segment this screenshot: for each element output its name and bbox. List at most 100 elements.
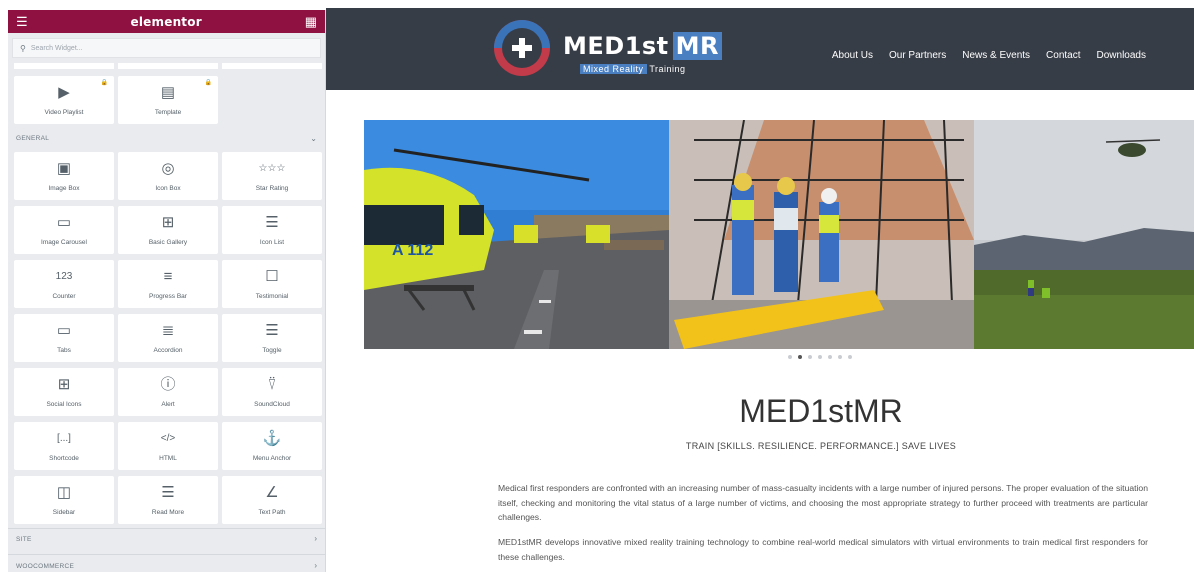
widget-tabs[interactable]: ▭ Tabs [14,314,114,362]
slider-dot[interactable] [808,355,812,359]
soundcloud-icon: ⍢ [267,376,277,393]
video-playlist-icon: ▶ [58,84,70,101]
site-logo-text[interactable]: MED1st MR [563,32,723,60]
slide-helicopter-road: A 112 [364,120,669,349]
star-rating-icon: ☆☆☆ [258,162,286,174]
toggle-icon: ☰ [265,322,279,339]
main-navigation: About Us Our Partners News & Events Cont… [832,50,1146,61]
widget-label: Alert [161,400,175,408]
widget-video-playlist[interactable]: 🔒 ▶ Video Playlist [14,76,114,124]
widget-accordion[interactable]: ≣ Accordion [118,314,218,362]
chevron-right-icon[interactable]: › [314,534,317,543]
widget-alert[interactable]: ⓘ Alert [118,368,218,416]
slide-medical-tent [669,120,974,349]
slider-dot[interactable] [838,355,842,359]
widget-html[interactable]: </> HTML [118,422,218,470]
widget-counter[interactable]: 123 Counter [14,260,114,308]
social-icons-icon: ⊞ [57,376,71,393]
widget-testimonial[interactable]: ☐ Testimonial [222,260,322,308]
widget-basic-gallery[interactable]: ⊞ Basic Gallery [118,206,218,254]
widget-socials-icon[interactable]: ⊞ Social Icons [14,368,114,416]
nav-our-partners[interactable]: Our Partners [889,50,946,61]
section-title-general[interactable]: GENERAL [16,135,49,142]
elementor-logo: elementor [130,14,202,29]
widget-label: SoundCloud [254,400,290,408]
nav-news-events[interactable]: News & Events [962,50,1030,61]
slider-dot[interactable] [828,355,832,359]
logo-subtitle: Mixed Reality Training [580,64,686,74]
widget-text-path[interactable]: ∠ Text Path [222,476,322,524]
search-widget-input[interactable]: ⚲ Search Widget... [12,38,321,58]
testimonial-icon: ☐ [265,268,279,285]
chevron-right-icon[interactable]: › [314,561,317,570]
hamburger-menu-icon[interactable]: ☰ [16,15,28,28]
widget-icon-list[interactable]: ☰ Icon List [222,206,322,254]
panel-header: ☰ elementor ▦ [8,10,325,33]
widget-sidebar[interactable]: ◫ Sidebar [14,476,114,524]
widget-label: Tabs [57,346,71,354]
basic-gallery-icon: ⊞ [161,214,175,231]
section-title-woocommerce[interactable]: WOOCOMMERCE [16,563,74,570]
search-placeholder: Search Widget... [30,44,83,52]
nav-about-us[interactable]: About Us [832,50,873,61]
nav-contact[interactable]: Contact [1046,50,1080,61]
site-header: MED1st MR Mixed Reality Training About Us… [326,8,1194,90]
widget-menu-anchor[interactable]: ⚓ Menu Anchor [222,422,322,470]
progress-bar-icon: ≡ [163,268,173,285]
slider-dot[interactable] [798,355,802,359]
elementor-panel: ☰ elementor ▦ ⚲ Search Widget... 🔒 ▶ Vid… [8,10,326,572]
page-title: MED1stMR [739,393,903,429]
widget-label: Image Box [48,184,80,192]
slider-pagination [788,355,852,359]
section-title-site[interactable]: SITE [16,536,32,543]
widget-toggle[interactable]: ☰ Toggle [222,314,322,362]
logo-main-text: MED1st [563,32,669,60]
widget-tile-partial[interactable] [14,63,114,69]
tabs-icon: ▭ [56,322,72,339]
widget-label: Sidebar [52,508,76,516]
template-icon: ▤ [160,84,176,101]
med1stmr-logo-icon[interactable] [494,20,550,76]
widget-image-box[interactable]: ▣ Image Box [14,152,114,200]
widget-star-rating[interactable]: ☆☆☆ Star Rating [222,152,322,200]
image-box-icon: ▣ [56,160,72,177]
logo-sub-training: Training [649,64,686,74]
logo-sub-mixed-reality: Mixed Reality [580,64,647,74]
icon-box-icon: ◎ [161,160,175,177]
widget-label: Progress Bar [149,292,187,300]
widgets-grid-icon[interactable]: ▦ [305,15,317,28]
widget-label: Menu Anchor [252,454,292,462]
widget-read-more[interactable]: ☰ Read More [118,476,218,524]
widget-icon-box[interactable]: ◎ Icon Box [118,152,218,200]
slider-dot[interactable] [788,355,792,359]
widget-shortcode[interactable]: [...] Shortcode [14,422,114,470]
html-icon: </> [160,432,176,444]
widget-label: Star Rating [255,184,289,192]
accordion-icon: ≣ [161,322,175,339]
page-tagline: TRAIN [SKILLS. RESILIENCE. PERFORMANCE.]… [685,441,957,451]
sidebar-icon: ◫ [56,484,72,501]
divider [8,554,325,555]
widget-label: Social Icons [46,400,82,408]
widget-label: Image Carousel [41,238,87,246]
widget-label: Text Path [258,508,286,516]
intro-paragraph-1: Medical first responders are confronted … [498,483,1148,522]
image-slider[interactable]: A 112 [364,120,1194,349]
widget-label: Read More [151,508,185,516]
widget-label: Shortcode [49,454,79,462]
slide-field-helicopter [974,120,1194,349]
slider-dot[interactable] [848,355,852,359]
intro-paragraph-2: MED1stMR develops innovative mixed reali… [498,537,1148,562]
chevron-down-icon[interactable]: ⌄ [310,134,317,143]
widget-soundcloud[interactable]: ⍢ SoundCloud [222,368,322,416]
widget-label: HTML [159,454,177,462]
read-more-icon: ☰ [161,484,175,501]
widget-image-carousel[interactable]: ▭ Image Carousel [14,206,114,254]
slider-dot[interactable] [818,355,822,359]
widget-progress-bar[interactable]: ≡ Progress Bar [118,260,218,308]
logo-mr-text: MR [672,32,723,60]
widget-template[interactable]: 🔒 ▤ Template [118,76,218,124]
widget-tile-partial[interactable] [222,63,322,69]
widget-tile-partial[interactable] [118,63,218,69]
nav-downloads[interactable]: Downloads [1097,50,1146,61]
